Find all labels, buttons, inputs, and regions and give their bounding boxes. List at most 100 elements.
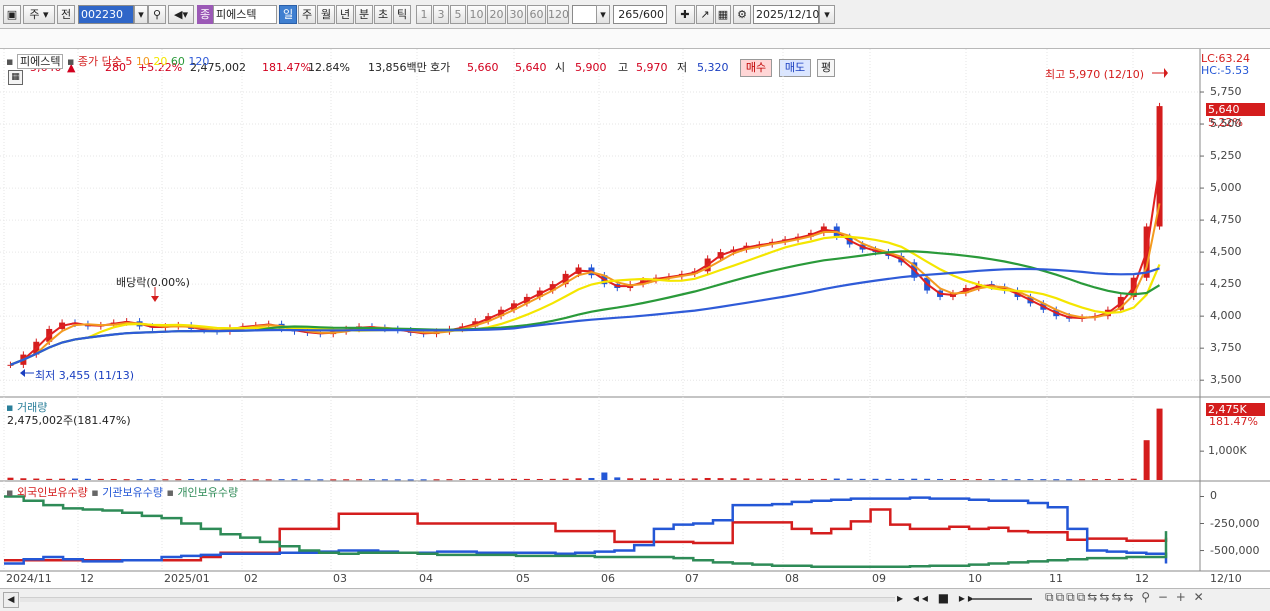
- volume-bar: [807, 478, 814, 480]
- volume-bar: [20, 478, 27, 480]
- draw-tool-icon[interactable]: ↗: [696, 5, 714, 24]
- holdings-legend: ▪ 외국인보유수량 ▪ 기관보유수량 ▪ 개인보유수량: [6, 486, 239, 499]
- company-badge: 종: [197, 5, 213, 24]
- ma-period-5[interactable]: 5: [125, 55, 136, 68]
- holdings-legend-1[interactable]: 기관보유수량: [102, 486, 163, 499]
- holdings-legend-0[interactable]: 외국인보유수량: [17, 486, 88, 499]
- minute-option-0[interactable]: 1: [416, 5, 432, 24]
- volume-bar: [717, 478, 724, 480]
- volume-bar: [769, 478, 776, 480]
- gear-icon[interactable]: ⚙: [733, 5, 751, 24]
- x-tick-label: 10: [968, 572, 982, 585]
- legend-square-icon: ▪: [66, 55, 75, 68]
- volume-bar: [949, 478, 956, 480]
- view-tool-icons[interactable]: ⧉⧉⧉⧉⇆⇆⇆⇆ ⚲ − + ✕: [1045, 590, 1206, 605]
- volume-bar: [885, 478, 892, 480]
- period-tab-0[interactable]: 일: [279, 5, 297, 24]
- volume-bar: [1130, 478, 1137, 480]
- stock-code-input[interactable]: 002230: [78, 5, 134, 24]
- volume-bar: [394, 479, 401, 481]
- calculator-icon[interactable]: ▦: [8, 70, 23, 85]
- volume-bar: [1001, 479, 1008, 481]
- minute-option-4[interactable]: 20: [487, 5, 506, 24]
- volume-bar: [420, 479, 427, 481]
- volume-bar: [962, 479, 969, 481]
- ma-period-20[interactable]: 20: [153, 55, 171, 68]
- period-tab-3[interactable]: 년: [336, 5, 354, 24]
- zoom-slider[interactable]: [972, 598, 1032, 600]
- price-y-tick: 5,250: [1210, 149, 1242, 163]
- prev-button[interactable]: 전: [57, 5, 75, 24]
- ma-period-10[interactable]: 10: [136, 55, 154, 68]
- period-tab-6[interactable]: 틱: [393, 5, 411, 24]
- volume-y-tick: 1,000K: [1208, 444, 1247, 457]
- volume-bar: [653, 478, 660, 480]
- period-tab-4[interactable]: 분: [355, 5, 373, 24]
- scroll-left-icon[interactable]: ◀: [3, 592, 19, 608]
- code-dropdown-icon[interactable]: ▾: [134, 5, 148, 24]
- price-y-tick: 5,750: [1210, 85, 1242, 99]
- ma-period-60[interactable]: 60: [171, 55, 189, 68]
- volume-value-text: 2,475,002주(181.47%): [7, 414, 131, 427]
- volume-bar: [446, 479, 453, 481]
- volume-bar: [498, 478, 505, 480]
- volume-bar: [975, 479, 982, 481]
- price-candle: [1156, 106, 1163, 227]
- chart-area[interactable]: [0, 49, 1270, 588]
- minute-option-1[interactable]: 3: [433, 5, 449, 24]
- volume-bar: [239, 479, 246, 481]
- volume-bar: [1014, 479, 1021, 481]
- volume-bar: [485, 478, 492, 480]
- price-y-tick: 4,000: [1210, 309, 1242, 323]
- minute-option-6[interactable]: 60: [527, 5, 546, 24]
- legend-stock-name: 피에스텍: [16, 54, 64, 69]
- speaker-icon[interactable]: ◀▾: [168, 5, 194, 24]
- period-tab-1[interactable]: 주: [298, 5, 316, 24]
- bottom-navbar: ◀ ▸ ◂◂ ■ ▸▸ ⧉⧉⧉⧉⇆⇆⇆⇆ ⚲ − + ✕: [0, 588, 1270, 611]
- volume-bar: [1091, 479, 1098, 481]
- volume-bar: [911, 478, 918, 480]
- volume-pct-tag: 181.47%: [1209, 415, 1258, 428]
- playback-controls[interactable]: ▸ ◂◂ ■ ▸▸: [897, 591, 977, 605]
- volume-bar: [536, 478, 543, 480]
- holdings-legend-2[interactable]: 개인보유수량: [177, 486, 238, 499]
- volume-bar: [549, 478, 556, 480]
- minute-option-2[interactable]: 5: [450, 5, 466, 24]
- volume-bar: [291, 479, 298, 481]
- unit-dropdown-icon[interactable]: ▾: [596, 5, 610, 24]
- x-tick-label: 2025/01: [164, 572, 210, 585]
- calendar-dropdown-icon[interactable]: ▾: [819, 5, 835, 24]
- volume-bar: [110, 478, 117, 480]
- volume-bar: [381, 479, 388, 481]
- period-tab-2[interactable]: 월: [317, 5, 335, 24]
- search-icon[interactable]: ⚲: [148, 5, 166, 24]
- volume-bar: [1143, 440, 1150, 480]
- crosshair-icon[interactable]: ✚: [675, 5, 695, 24]
- minute-option-5[interactable]: 30: [507, 5, 526, 24]
- x-tick-label: 2024/11: [6, 572, 52, 585]
- volume-bar: [510, 478, 517, 480]
- volume-bar: [704, 477, 711, 480]
- scroll-track[interactable]: [20, 597, 895, 602]
- date-input[interactable]: 2025/12/10: [753, 5, 819, 24]
- volume-bar: [226, 479, 233, 481]
- volume-bar: [872, 478, 879, 480]
- dividend-annotation: 배당락(0.00%): [116, 276, 190, 289]
- price-y-tick: 4,250: [1210, 277, 1242, 291]
- market-select[interactable]: 주 ▾: [23, 5, 55, 24]
- volume-bar: [214, 479, 221, 481]
- period-tab-5[interactable]: 초: [374, 5, 392, 24]
- volume-bar: [459, 479, 466, 481]
- bar-count-input[interactable]: 265/600: [613, 5, 667, 24]
- high-arrow-head: [1164, 68, 1168, 78]
- ma-period-120[interactable]: 120: [188, 55, 209, 68]
- price-y-tick: 4,750: [1210, 213, 1242, 227]
- company-name-field: 피에스텍: [213, 5, 277, 24]
- minute-option-3[interactable]: 10: [467, 5, 486, 24]
- volume-bar: [123, 479, 130, 481]
- volume-bar: [265, 479, 272, 481]
- x-tick-label: 11: [1049, 572, 1063, 585]
- minute-option-7[interactable]: 120: [547, 5, 569, 24]
- window-menu-icon[interactable]: ▣: [3, 5, 21, 24]
- save-icon[interactable]: ▦: [715, 5, 731, 24]
